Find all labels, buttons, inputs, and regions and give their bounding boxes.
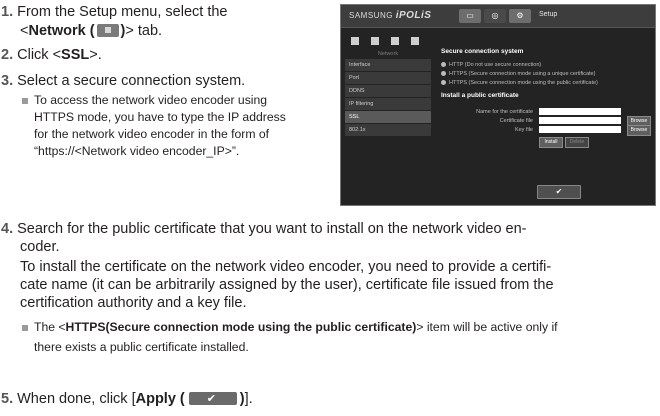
video-icon (351, 37, 359, 45)
system-icon (411, 37, 419, 45)
step-4: 4. Search for the public certificate tha… (1, 221, 527, 237)
sidebar-heading: Network (377, 51, 399, 57)
install-certificate-title: Install a public certificate (441, 92, 519, 99)
certificate-name-input[interactable] (539, 108, 621, 115)
step-3-note: To access the network video encoder usin… (34, 93, 286, 158)
step-4-note: The <HTTPS(Secure connection mode using … (34, 320, 558, 354)
monitor-icon: ▭ (459, 9, 481, 23)
sidebar-item-8021x[interactable]: 802.1x (345, 124, 431, 136)
certificate-name-label: Name for the certificate (476, 109, 533, 115)
sidebar-menu: Interface Port DDNS IP filtering SSL 802… (345, 59, 431, 137)
step-3: 3. Select a secure connection system. (1, 73, 246, 89)
step-2: 2. Click <SSL>. (1, 47, 102, 63)
sidebar-item-ip-filtering[interactable]: IP filtering (345, 98, 431, 110)
step-4-line5: certification authority and a key file. (20, 295, 247, 311)
manual-page: 1. From the Setup menu, select the <Netw… (0, 0, 660, 416)
browse-key-button[interactable]: Browse (627, 125, 651, 136)
step-1: 1. From the Setup menu, select the (1, 4, 228, 20)
setup-icon: ⚙ (509, 9, 531, 23)
secure-connection-title: Secure connection system (441, 48, 524, 55)
step-4-line4: cate name (it can be arbitrarily assigne… (20, 277, 554, 293)
screenshot-brand: SAMSUNG iPOLiS (349, 10, 432, 21)
step-4-line2: coder. (20, 239, 60, 255)
playback-icon: ◎ (484, 9, 506, 23)
certificate-file-label: Certificate file (499, 118, 533, 124)
setup-label: Setup (539, 11, 558, 18)
checkmark-icon: ✔ (555, 187, 563, 196)
network-tab-icon (96, 24, 119, 37)
sidebar-item-port[interactable]: Port (345, 72, 431, 84)
screenshot-header: SAMSUNG iPOLiS ▭ ◎ ⚙ Setup (341, 5, 655, 28)
event-icon (391, 37, 399, 45)
certificate-file-input[interactable] (539, 117, 621, 124)
step-5: 5. When done, click [Apply ()]. (1, 390, 253, 408)
sidebar-item-ddns[interactable]: DDNS (345, 85, 431, 97)
key-file-label: Key file (514, 127, 533, 133)
radio-https-public[interactable]: HTTPS (Secure connection mode using the … (441, 80, 598, 86)
step-1-line2: <Network ()> tab. (20, 23, 163, 39)
network-icon (371, 37, 379, 45)
sidebar-item-interface[interactable]: Interface (345, 59, 431, 71)
note-bullet (22, 325, 28, 331)
setup-icon-row (345, 32, 431, 50)
apply-icon (188, 390, 237, 408)
radio-http[interactable]: HTTP (Do not use secure connection) (441, 62, 541, 68)
install-button[interactable]: Install (539, 137, 563, 148)
key-file-input[interactable] (539, 126, 621, 133)
sidebar-item-ssl[interactable]: SSL (345, 111, 431, 123)
step-4-line3: To install the certificate on the networ… (20, 259, 552, 275)
setup-screenshot: SAMSUNG iPOLiS ▭ ◎ ⚙ Setup Network Inter… (340, 4, 656, 206)
delete-button[interactable]: Delete (565, 137, 589, 148)
note-bullet (22, 98, 28, 104)
apply-button[interactable]: ✔ (537, 185, 581, 199)
ssl-settings: Secure connection system HTTP (Do not us… (435, 32, 651, 172)
radio-https-unique[interactable]: HTTPS (Secure connection mode using a un… (441, 71, 595, 77)
